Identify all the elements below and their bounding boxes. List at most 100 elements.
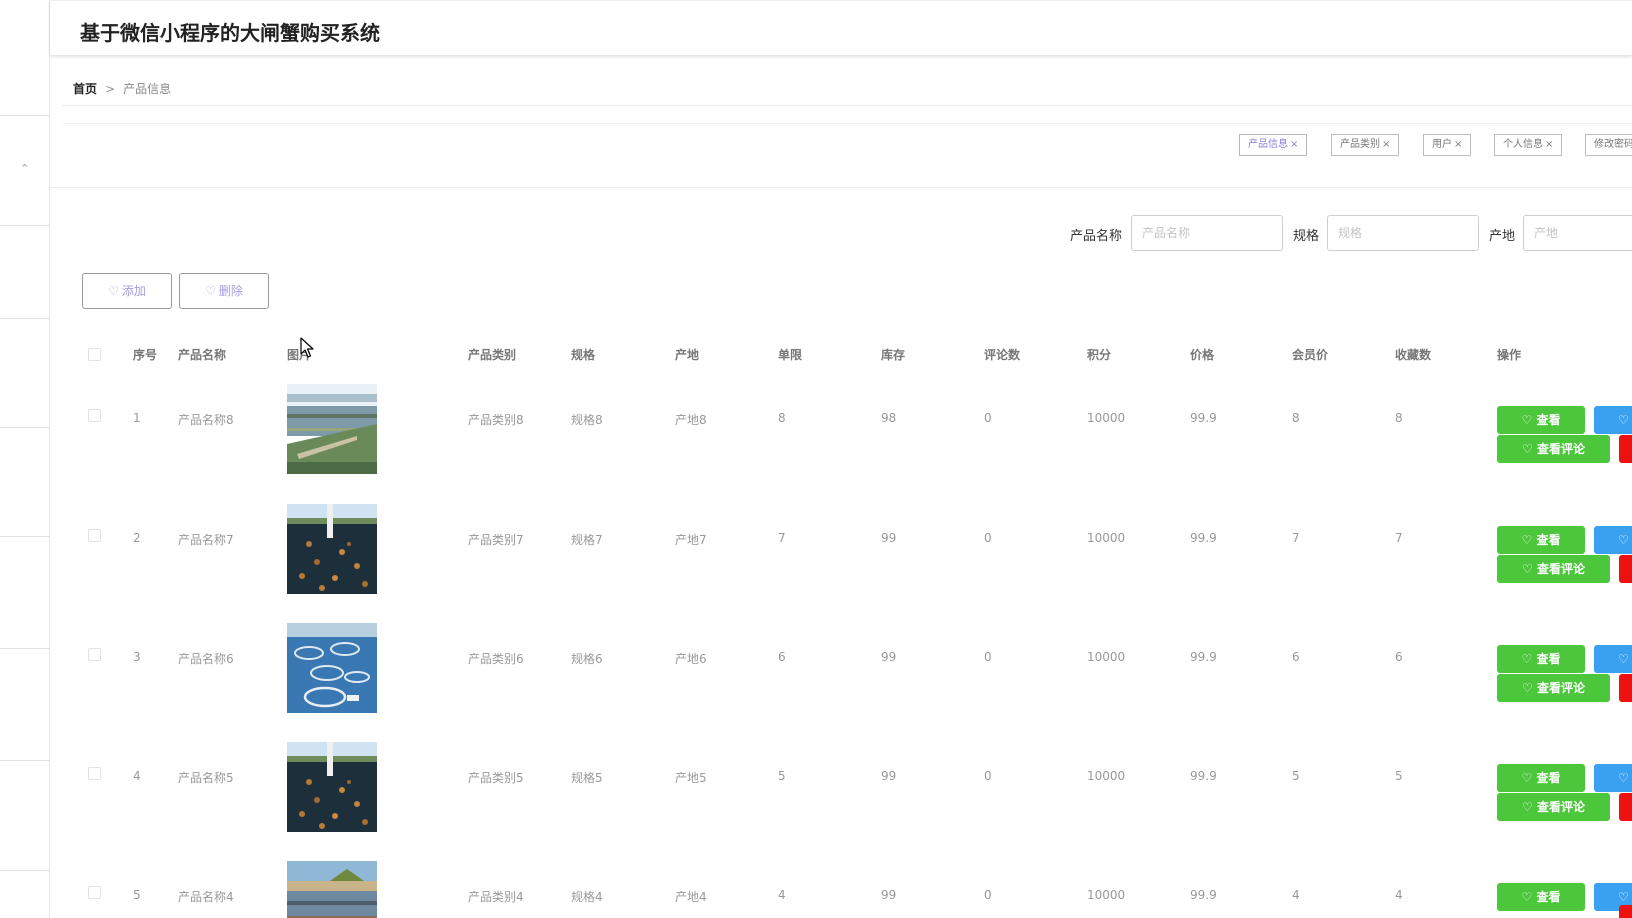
breadcrumb-home[interactable]: 首页 [73,82,97,96]
cell-category: 产品类别7 [468,533,524,547]
cell-comments: 0 [984,888,992,902]
edit-button[interactable]: ♡ [1594,526,1632,554]
heart-icon: ♡ [1521,890,1537,904]
product-name-input[interactable] [1131,215,1283,251]
cell-favorites: 6 [1395,650,1403,664]
cell-favorites: 5 [1395,769,1403,783]
spec-input[interactable] [1327,215,1479,251]
edit-button[interactable]: ♡ [1594,764,1632,792]
cell-category: 产品类别5 [468,771,524,785]
tag-product-info[interactable]: 产品信息 × [1239,134,1308,156]
close-icon[interactable]: × [1545,139,1553,150]
sidebar-divider [0,318,50,319]
cell-member-price: 6 [1292,650,1300,664]
view-button[interactable]: ♡ 查看 [1497,645,1585,673]
edit-button[interactable]: ♡ [1594,406,1632,434]
col-stock-header: 库存 [881,348,906,362]
view-button[interactable]: ♡ 查看 [1497,883,1585,911]
tag-label: 个人信息 [1503,139,1543,150]
view-comments-button[interactable]: ♡ 查看评论 [1497,793,1610,821]
tag-user[interactable]: 用户 × [1423,134,1472,156]
col-points-header: 积分 [1087,348,1112,362]
cell-stock: 99 [881,888,897,902]
cell-no: 2 [133,531,141,545]
cell-name: 产品名称8 [178,413,234,427]
view-button[interactable]: ♡ 查看 [1497,406,1585,434]
cell-price: 99.9 [1190,650,1217,664]
cell-stock: 99 [881,650,897,664]
close-icon[interactable]: × [1382,139,1390,150]
row-checkbox[interactable] [88,409,101,422]
col-comments-header: 评论数 [984,348,1021,362]
cell-spec: 规格7 [571,533,603,547]
tag-label: 产品类别 [1340,139,1380,150]
heart-icon: ♡ [108,284,119,298]
cell-name: 产品名称7 [178,533,234,547]
cell-price: 99.9 [1190,888,1217,902]
view-button-label: 查看 [1536,652,1561,666]
cell-stock: 98 [881,411,897,425]
row-checkbox[interactable] [88,767,101,780]
col-spec-header: 规格 [571,348,596,362]
tag-change-password[interactable]: 修改密码 [1585,134,1632,156]
heart-icon: ♡ [1522,681,1537,695]
cell-member-price: 8 [1292,411,1300,425]
add-button[interactable]: ♡ 添加 [82,273,172,309]
sidebar-divider [0,870,50,871]
cell-points: 10000 [1087,888,1126,902]
heart-icon: ♡ [1522,800,1537,814]
origin-input[interactable] [1523,215,1632,251]
breadcrumb: 首页 > 产品信息 [73,80,171,97]
heart-icon: ♡ [205,284,216,298]
heart-icon: ♡ [1618,652,1629,666]
cell-comments: 0 [984,650,992,664]
cell-points: 10000 [1087,411,1126,425]
cell-member-price: 7 [1292,531,1300,545]
view-button[interactable]: ♡ 查看 [1497,526,1585,554]
delete-row-button[interactable] [1619,435,1632,463]
chevron-up-icon[interactable]: ⌃ [20,163,29,175]
heart-icon: ♡ [1618,533,1629,547]
cell-member-price: 5 [1292,769,1300,783]
row-checkbox[interactable] [88,529,101,542]
select-all-checkbox[interactable] [88,348,101,361]
close-icon[interactable]: × [1290,139,1298,150]
delete-row-button[interactable] [1619,793,1632,821]
view-button[interactable]: ♡ 查看 [1497,764,1585,792]
row-checkbox[interactable] [88,648,101,661]
col-actions-header: 操作 [1497,348,1522,362]
delete-row-button[interactable] [1619,905,1632,918]
col-price-header: 价格 [1190,348,1215,362]
divider [62,105,1632,106]
view-comments-button[interactable]: ♡ 查看评论 [1497,555,1610,583]
tag-personal-info[interactable]: 个人信息 × [1494,134,1563,156]
edit-button[interactable]: ♡ [1594,645,1632,673]
heart-icon: ♡ [1618,413,1629,427]
delete-button[interactable]: ♡ 删除 [179,273,269,309]
delete-row-button[interactable] [1619,555,1632,583]
cell-spec: 规格5 [571,771,603,785]
mouse-cursor-icon [300,337,314,358]
app-window: ⌃ 基于微信小程序的大闸蟹购买系统 首页 > 产品信息 产品信息 × 产品类别 × 用户… [0,0,1632,918]
cell-limit: 5 [778,769,786,783]
tag-product-category[interactable]: 产品类别 × [1331,134,1400,156]
view-comments-button[interactable]: ♡ 查看评论 [1497,674,1610,702]
col-category-header: 产品类别 [468,348,517,362]
cell-spec: 规格6 [571,652,603,666]
view-button-label: 查看 [1536,771,1561,785]
cell-spec: 规格4 [571,890,603,904]
row-checkbox[interactable] [88,886,101,899]
cell-origin: 产地4 [675,890,707,904]
cell-stock: 99 [881,531,897,545]
heart-icon: ♡ [1618,771,1629,785]
view-comments-button[interactable]: ♡ 查看评论 [1497,435,1610,463]
close-icon[interactable]: × [1454,139,1462,150]
delete-row-button[interactable] [1619,674,1632,702]
top-header: 基于微信小程序的大闸蟹购买系统 [50,0,1632,55]
cell-name: 产品名称6 [178,652,234,666]
sidebar-divider [0,648,50,649]
col-no-header: 序号 [133,348,158,362]
view-button-label: 查看 [1536,533,1561,547]
cell-category: 产品类别8 [468,413,524,427]
cell-spec: 规格8 [571,413,603,427]
